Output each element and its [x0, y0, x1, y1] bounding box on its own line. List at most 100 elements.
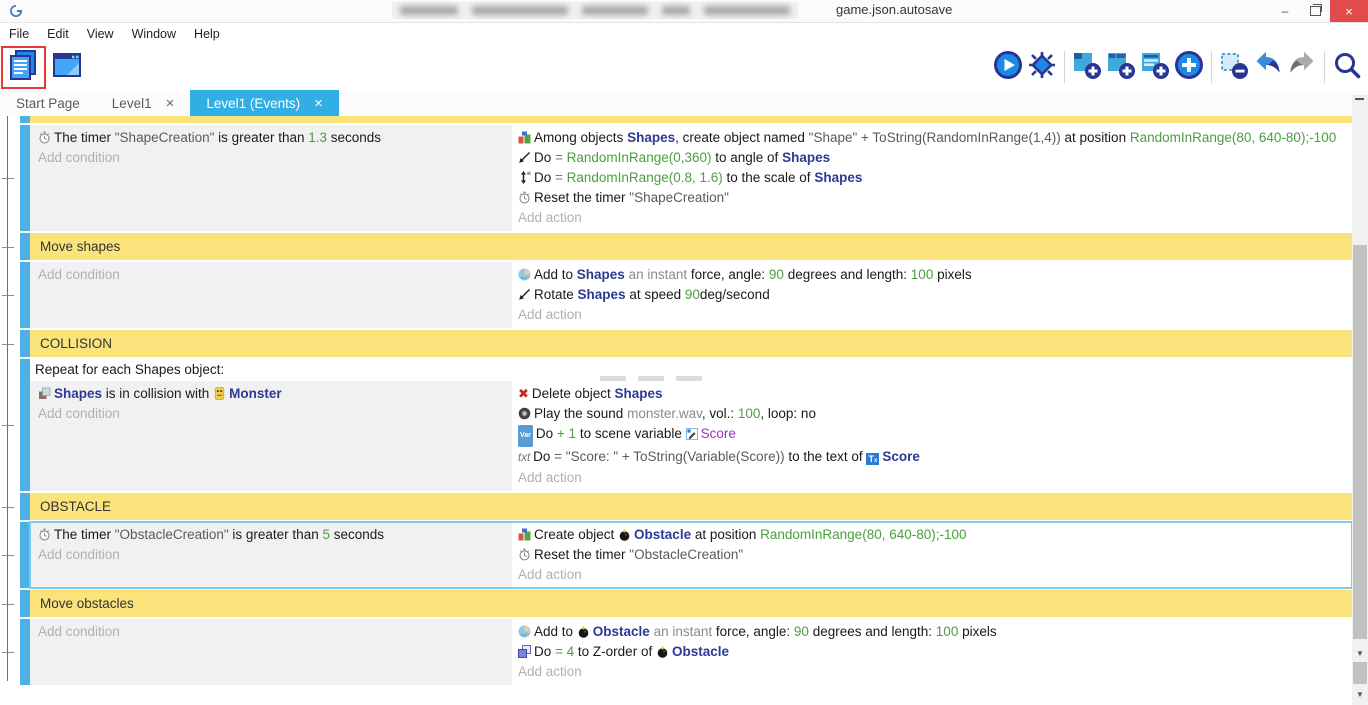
segment: RandomInRange(80, 640-80);-100: [1130, 130, 1336, 145]
segment: = RandomInRange(0.8, 1.6): [555, 170, 723, 185]
scene-variable-icon: [686, 428, 698, 440]
segment: = "Score: " + ToString(Variable(Score)): [554, 449, 784, 464]
scale-icon: [518, 171, 531, 184]
app-logo-icon: [8, 3, 24, 19]
add-condition[interactable]: Add condition: [30, 148, 512, 168]
event-handle[interactable]: [20, 116, 30, 123]
event-handle[interactable]: [20, 522, 30, 588]
event-handle[interactable]: [20, 359, 30, 491]
action-row[interactable]: Reset the timer "ObstacleCreation": [512, 545, 1352, 565]
add-action[interactable]: Add action: [512, 662, 1352, 682]
event-handle[interactable]: [20, 590, 30, 617]
segment: 5: [322, 527, 330, 542]
close-button[interactable]: ×: [1330, 0, 1368, 22]
add-action[interactable]: Add action: [512, 208, 1352, 228]
scroll-down-icon[interactable]: ▼: [1352, 647, 1368, 659]
action-row[interactable]: Rotate Shapes at speed 90deg/second: [512, 285, 1352, 305]
add-condition[interactable]: Add condition: [30, 404, 512, 424]
tab-close-icon[interactable]: ×: [166, 96, 175, 111]
debugger-button[interactable]: [1025, 48, 1059, 86]
comment-block: OBSTACLE: [20, 493, 1352, 520]
menu-item-window[interactable]: Window: [123, 27, 185, 41]
event-handle[interactable]: [20, 125, 30, 231]
segment: Shapes: [54, 386, 102, 401]
segment: Obstacle: [593, 624, 650, 639]
action-row[interactable]: Do = RandomInRange(0,360) to angle of Sh…: [512, 148, 1352, 168]
add-condition[interactable]: Add condition: [30, 545, 512, 565]
comment-row-partial[interactable]: [30, 116, 1352, 123]
add-action[interactable]: Add action: [512, 468, 1352, 488]
search-button[interactable]: [1330, 48, 1364, 86]
remove-event-button[interactable]: [1217, 48, 1251, 86]
event-handle[interactable]: [20, 262, 30, 328]
tab-close-icon[interactable]: ×: [314, 96, 323, 111]
condition-row[interactable]: The timer "ShapeCreation" is greater tha…: [30, 128, 512, 148]
action-row[interactable]: Among objects Shapes, create object name…: [512, 128, 1352, 148]
menu-item-edit[interactable]: Edit: [38, 27, 78, 41]
open-scene-editor-button[interactable]: [50, 48, 84, 86]
undo-button[interactable]: [1251, 48, 1285, 86]
segment: seconds: [327, 130, 381, 145]
add-action[interactable]: Add action: [512, 305, 1352, 325]
add-comment-button[interactable]: [1138, 48, 1172, 86]
obstacle-object-icon: [618, 528, 631, 541]
comment-row[interactable]: Move obstacles: [30, 590, 1352, 617]
condition-row[interactable]: The timer "ObstacleCreation" is greater …: [30, 525, 512, 545]
menu-item-help[interactable]: Help: [185, 27, 229, 41]
menu-item-file[interactable]: File: [0, 27, 38, 41]
action-row[interactable]: Add to Shapes an instant force, angle: 9…: [512, 265, 1352, 285]
add-event-button[interactable]: [1070, 48, 1104, 86]
segment: + 1: [557, 426, 576, 441]
redo-button[interactable]: [1285, 48, 1319, 86]
action-row[interactable]: Add to Obstacle an instant force, angle:…: [512, 622, 1352, 642]
tab-level1[interactable]: Level1×: [96, 90, 191, 116]
scroll-down-icon[interactable]: ▼: [1352, 688, 1368, 700]
event-handle[interactable]: [20, 619, 30, 685]
tab-start-page[interactable]: Start Page: [0, 90, 96, 116]
scroll-up-icon[interactable]: [1355, 98, 1364, 100]
undo-icon: [1253, 50, 1283, 85]
vertical-scrollbar[interactable]: ▼ ▼: [1352, 95, 1368, 705]
scrollbar-thumb-small[interactable]: [1353, 662, 1367, 684]
segment: at position: [691, 527, 760, 542]
restore-button[interactable]: [1300, 0, 1330, 22]
add-action[interactable]: Add action: [512, 565, 1352, 585]
action-row[interactable]: Do = RandomInRange(0.8, 1.6) to the scal…: [512, 168, 1352, 188]
add-subevent-button[interactable]: [1104, 48, 1138, 86]
comment-row[interactable]: OBSTACLE: [30, 493, 1352, 520]
action-row[interactable]: Create object Obstacle at position Rando…: [512, 525, 1352, 545]
event-handle[interactable]: [20, 493, 30, 520]
minimize-button[interactable]: –: [1270, 0, 1300, 22]
segment: The timer: [54, 527, 115, 542]
monster-object-icon: [213, 387, 226, 400]
segment: an instant: [650, 624, 716, 639]
segment: Add to: [534, 267, 577, 282]
toolbar-separator: [1324, 51, 1325, 83]
menu-item-view[interactable]: View: [78, 27, 123, 41]
play-button[interactable]: [991, 48, 1025, 86]
redacted-file-path: [392, 2, 798, 19]
action-row[interactable]: txtDo = "Score: " + ToString(Variable(Sc…: [512, 447, 1352, 468]
comment-row[interactable]: COLLISION: [30, 330, 1352, 357]
event-handle[interactable]: [20, 233, 30, 260]
add-condition[interactable]: Add condition: [30, 622, 512, 642]
action-row[interactable]: Play the sound monster.wav, vol.: 100, l…: [512, 404, 1352, 424]
action-row[interactable]: Do = 4 to Z-order of Obstacle: [512, 642, 1352, 662]
segment: Shapes: [578, 287, 626, 302]
event-handle[interactable]: [20, 330, 30, 357]
add-circle-button[interactable]: [1172, 48, 1206, 86]
toolbar-separator: [1211, 51, 1212, 83]
toolbar: [0, 44, 1368, 90]
event-selected: The timer "ObstacleCreation" is greater …: [30, 522, 1352, 588]
tab-level1-events-[interactable]: Level1 (Events)×: [190, 90, 339, 116]
open-events-editor-button[interactable]: [6, 48, 40, 86]
scrollbar-thumb[interactable]: [1353, 245, 1367, 639]
action-row[interactable]: ✖Delete object Shapes: [512, 384, 1352, 404]
condition-row[interactable]: Shapes is in collision with Monster: [30, 384, 512, 404]
text-object-icon: Tx: [866, 453, 879, 465]
segment: pixels: [933, 267, 971, 282]
action-row[interactable]: VarDo + 1 to scene variable Score: [512, 424, 1352, 447]
comment-row[interactable]: Move shapes: [30, 233, 1352, 260]
action-row[interactable]: Reset the timer "ShapeCreation": [512, 188, 1352, 208]
add-condition[interactable]: Add condition: [30, 265, 512, 285]
